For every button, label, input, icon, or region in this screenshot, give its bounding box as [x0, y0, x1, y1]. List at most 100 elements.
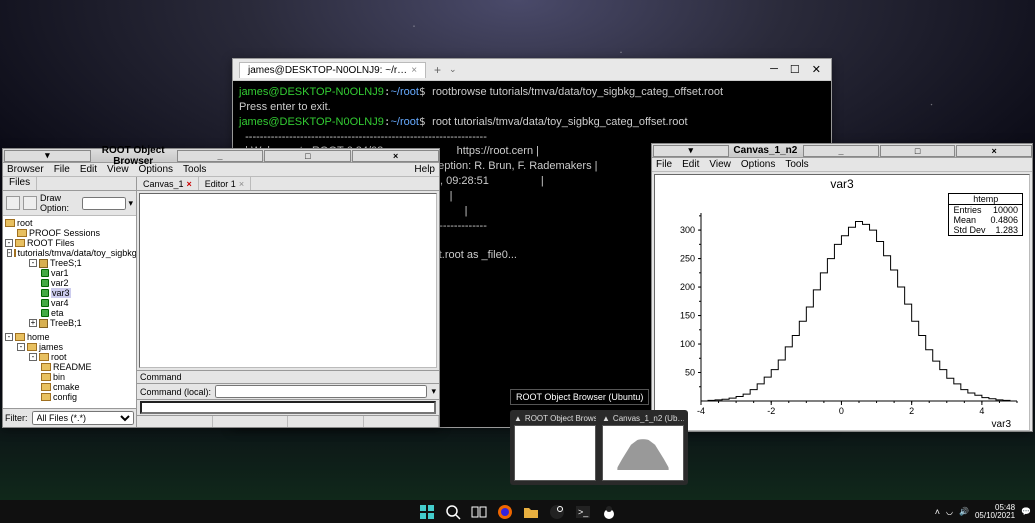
- menu-edit[interactable]: Edit: [80, 164, 97, 175]
- embedded-canvas[interactable]: [139, 193, 437, 368]
- new-tab-button[interactable]: +: [426, 63, 449, 77]
- close-button[interactable]: ×: [956, 145, 1032, 157]
- rob-menubar: Browser File Edit View Options Tools Hel…: [3, 163, 439, 177]
- close-button[interactable]: ×: [352, 150, 439, 162]
- svg-text:300: 300: [680, 225, 695, 235]
- tab-files[interactable]: Files: [3, 177, 37, 190]
- wifi-icon[interactable]: ◡: [946, 507, 953, 516]
- tree-node[interactable]: bin: [53, 372, 65, 382]
- menu-options[interactable]: Options: [139, 164, 173, 175]
- terminal-icon[interactable]: >_: [575, 504, 591, 520]
- preview-canvas[interactable]: ▲Canvas_1_n2 (Ub…: [602, 414, 684, 481]
- maximize-button[interactable]: ☐: [790, 63, 800, 76]
- tree-node[interactable]: root: [17, 218, 33, 228]
- linux-icon[interactable]: [601, 504, 617, 520]
- collapse-icon[interactable]: -: [5, 239, 13, 247]
- tree-leaf[interactable]: var2: [51, 278, 69, 288]
- collapse-icon[interactable]: -: [29, 259, 37, 267]
- menu-view[interactable]: View: [709, 159, 731, 170]
- tree-node[interactable]: README: [53, 362, 92, 372]
- folder-icon: [5, 219, 15, 227]
- close-button[interactable]: ✕: [812, 63, 821, 76]
- leaf-icon: [41, 309, 49, 317]
- tree-leaf[interactable]: var4: [51, 298, 69, 308]
- menu-edit[interactable]: Edit: [682, 159, 699, 170]
- firefox-icon[interactable]: [497, 504, 513, 520]
- window-menu-icon[interactable]: ▾: [4, 150, 91, 162]
- collapse-icon[interactable]: -: [5, 333, 13, 341]
- collapse-icon[interactable]: -: [17, 343, 25, 351]
- collapse-icon[interactable]: -: [7, 249, 12, 257]
- preview-thumb: [514, 425, 596, 481]
- refresh-button[interactable]: [23, 196, 37, 210]
- dropdown-icon[interactable]: ▾: [128, 198, 133, 209]
- stats-box[interactable]: htemp Entries10000 Mean0.4806 Std Dev1.2…: [948, 193, 1023, 236]
- tray-chevron-icon[interactable]: ˄: [935, 507, 940, 517]
- tree-node[interactable]: TreeB;1: [50, 318, 82, 328]
- tree-node[interactable]: ROOT Files: [27, 238, 74, 248]
- clock[interactable]: 05:48 05/10/2021: [975, 504, 1015, 520]
- tree-node[interactable]: home: [27, 332, 50, 342]
- window-menu-icon[interactable]: ▾: [653, 145, 729, 157]
- close-icon[interactable]: ×: [411, 65, 417, 76]
- taskbar[interactable]: >_ ˄ ◡ 🔊 05:48 05/10/2021 💬: [0, 500, 1035, 523]
- terminal-tab-label: james@DESKTOP-N0OLNJ9: ~/r…: [248, 65, 407, 76]
- canvas-titlebar[interactable]: ▾ Canvas_1_n2 _ □ ×: [652, 144, 1032, 158]
- svg-text:-4: -4: [697, 406, 705, 416]
- drawopt-input[interactable]: [82, 197, 126, 210]
- tab-dropdown-icon[interactable]: ⌄: [449, 64, 457, 75]
- nav-back-button[interactable]: [6, 196, 20, 210]
- taskview-icon[interactable]: [471, 504, 487, 520]
- volume-icon[interactable]: 🔊: [959, 507, 969, 516]
- file-tree[interactable]: root PROOF Sessions -ROOT Files -tutoria…: [3, 216, 136, 408]
- rob-titlebar[interactable]: ▾ ROOT Object Browser _ □ ×: [3, 149, 439, 163]
- menu-tools[interactable]: Tools: [785, 159, 808, 170]
- drawopt-label: Draw Option:: [40, 193, 80, 213]
- menu-browser[interactable]: Browser: [7, 164, 44, 175]
- tree-leaf[interactable]: var1: [51, 268, 69, 278]
- collapse-icon[interactable]: -: [29, 353, 37, 361]
- tab-canvas-1[interactable]: Canvas_1×: [137, 177, 199, 190]
- menu-file[interactable]: File: [54, 164, 70, 175]
- maximize-button[interactable]: □: [264, 150, 351, 162]
- tab-editor-1[interactable]: Editor 1×: [199, 177, 251, 190]
- close-icon[interactable]: ×: [187, 179, 192, 189]
- tree-node[interactable]: james: [39, 342, 63, 352]
- minimize-button[interactable]: ─: [770, 63, 778, 76]
- tree-leaf[interactable]: eta: [51, 308, 64, 318]
- tree-node[interactable]: cmake: [53, 382, 80, 392]
- filter-select[interactable]: All Files (*.*): [32, 411, 135, 425]
- leaf-icon: [41, 299, 49, 307]
- files-icon[interactable]: [523, 504, 539, 520]
- minimize-button[interactable]: _: [803, 145, 879, 157]
- steam-icon[interactable]: [549, 504, 565, 520]
- tree-node[interactable]: tutorials/tmva/data/toy_sigbkg_categ: [18, 248, 136, 258]
- menu-file[interactable]: File: [656, 159, 672, 170]
- preview-rob[interactable]: ▲ROOT Object Browser (…: [514, 414, 596, 481]
- canvas-pad[interactable]: var3 htemp Entries10000 Mean0.4806 Std D…: [654, 174, 1030, 431]
- menu-view[interactable]: View: [107, 164, 129, 175]
- menu-tools[interactable]: Tools: [183, 164, 206, 175]
- tree-node[interactable]: TreeS;1: [50, 258, 82, 268]
- maximize-button[interactable]: □: [880, 145, 956, 157]
- menu-options[interactable]: Options: [741, 159, 775, 170]
- tree-node[interactable]: root: [51, 352, 67, 362]
- command-input[interactable]: [215, 385, 427, 398]
- tree-leaf-selected[interactable]: var3: [51, 288, 71, 298]
- notifications-icon[interactable]: 💬: [1021, 507, 1031, 516]
- tree-node[interactable]: config: [53, 392, 77, 402]
- minimize-button[interactable]: _: [177, 150, 264, 162]
- expand-icon[interactable]: +: [29, 319, 37, 327]
- search-icon[interactable]: [445, 504, 461, 520]
- cmd-1: rootbrowse tutorials/tmva/data/toy_sigbk…: [432, 86, 723, 98]
- folder-icon: [27, 343, 37, 351]
- command-label: Command: [140, 372, 182, 382]
- dropdown-icon[interactable]: ▾: [431, 386, 436, 397]
- tree-node[interactable]: PROOF Sessions: [29, 228, 100, 238]
- command-output[interactable]: [140, 401, 436, 414]
- start-icon[interactable]: [419, 504, 435, 520]
- close-icon[interactable]: ×: [239, 179, 244, 189]
- menu-help[interactable]: Help: [414, 164, 435, 175]
- terminal-tab[interactable]: james@DESKTOP-N0OLNJ9: ~/r… ×: [239, 62, 426, 78]
- canvas-window: ▾ Canvas_1_n2 _ □ × File Edit View Optio…: [651, 143, 1033, 432]
